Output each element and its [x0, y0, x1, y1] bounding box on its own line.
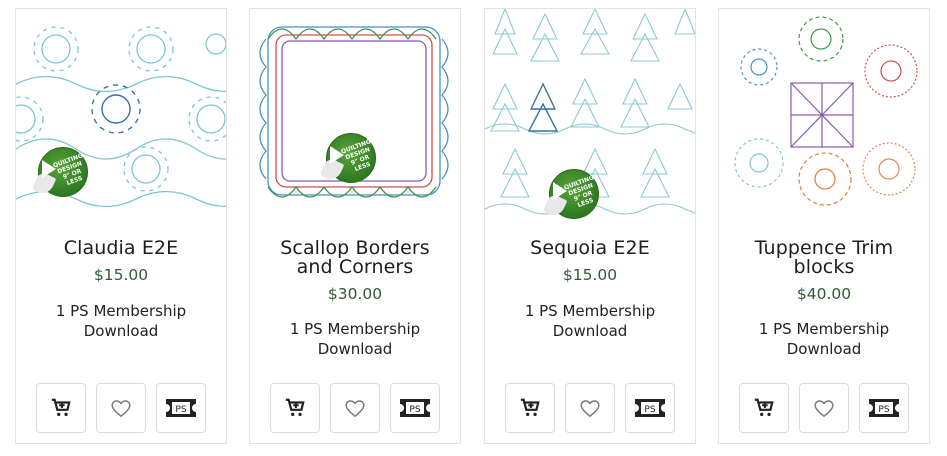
add-to-cart-button[interactable] — [270, 383, 320, 433]
heart-icon — [345, 400, 365, 418]
membership-line: 1 PS Membership — [758, 320, 890, 338]
membership-note: 1 PS Membership Download — [495, 301, 685, 341]
membership-note: 1 PS Membership Download — [729, 319, 919, 359]
membership-line: 1 PS Membership — [524, 302, 656, 320]
product-card-scallop: QUILTING DESIGN 9" OR LESS Scallop Borders … — [249, 8, 461, 444]
ps-ticket-icon: PS — [635, 399, 665, 417]
ps-membership-button[interactable]: PS — [390, 383, 440, 433]
ps-ticket-icon: PS — [869, 399, 899, 417]
product-title-line2[interactable]: and Corners — [256, 258, 454, 277]
heart-icon — [580, 400, 600, 418]
ps-ticket-icon: PS — [166, 399, 196, 417]
product-title[interactable]: Tuppence Trim blocks — [725, 239, 923, 277]
badge-text: QUILTING DESIGN 9" OR LESS — [52, 152, 84, 187]
add-to-cart-icon — [285, 398, 305, 417]
svg-text:PS: PS — [175, 405, 186, 415]
heart-icon — [814, 400, 834, 418]
add-to-cart-button[interactable] — [505, 383, 555, 433]
product-title[interactable]: Sequoia E2E — [491, 239, 689, 258]
product-title[interactable]: Claudia E2E — [22, 239, 220, 258]
membership-note: 1 PS Membership Download — [260, 319, 450, 359]
product-image[interactable] — [250, 9, 460, 217]
tuppence-pattern — [734, 16, 918, 206]
add-to-cart-icon — [754, 398, 774, 417]
svg-text:PS: PS — [878, 405, 889, 415]
wishlist-button[interactable] — [799, 383, 849, 433]
quilting-design-badge: QUILTING DESIGN 9" OR LESS — [542, 169, 599, 219]
product-price: $40.00 — [796, 285, 852, 303]
ps-membership-button[interactable]: PS — [625, 383, 675, 433]
wishlist-button[interactable] — [565, 383, 615, 433]
product-card-claudia: QUILTING DESIGN 9" OR LESS Claudia E2E $15.… — [15, 8, 227, 444]
add-to-cart-button[interactable] — [739, 383, 789, 433]
download-line: Download — [83, 322, 159, 340]
quilting-design-badge: QUILTING DESIGN 9" OR LESS — [31, 147, 88, 197]
membership-note: 1 PS Membership Download — [26, 301, 216, 341]
product-price: $15.00 — [93, 266, 149, 284]
heart-icon — [111, 400, 131, 418]
download-line: Download — [552, 322, 628, 340]
add-to-cart-button[interactable] — [36, 383, 86, 433]
download-line: Download — [317, 340, 393, 358]
product-price: $30.00 — [327, 285, 383, 303]
add-to-cart-icon — [51, 398, 71, 417]
ps-membership-button[interactable]: PS — [859, 383, 909, 433]
quilting-design-badge: QUILTING DESIGN 9" OR LESS — [319, 133, 376, 183]
download-line: Download — [786, 340, 862, 358]
product-price: $15.00 — [562, 266, 618, 284]
product-image[interactable] — [719, 9, 929, 217]
membership-line: 1 PS Membership — [55, 302, 187, 320]
ps-membership-button[interactable]: PS — [156, 383, 206, 433]
svg-text:PS: PS — [409, 405, 420, 415]
ps-ticket-icon: PS — [400, 399, 430, 417]
wishlist-button[interactable] — [330, 383, 380, 433]
product-title-line2[interactable]: blocks — [725, 258, 923, 277]
wishlist-button[interactable] — [96, 383, 146, 433]
product-title[interactable]: Scallop Borders and Corners — [256, 239, 454, 277]
badge-text: QUILTING DESIGN 9" OR LESS — [563, 174, 595, 209]
badge-text: QUILTING DESIGN 9" OR LESS — [340, 138, 372, 173]
add-to-cart-icon — [520, 398, 540, 417]
scallop-pattern — [259, 26, 449, 198]
product-card-sequoia: QUILTING DESIGN 9" OR LESS Sequoia E2E $15.… — [484, 8, 696, 444]
membership-line: 1 PS Membership — [289, 320, 421, 338]
svg-text:PS: PS — [644, 405, 655, 415]
product-card-tuppence: Tuppence Trim blocks $40.00 1 PS Members… — [718, 8, 930, 444]
